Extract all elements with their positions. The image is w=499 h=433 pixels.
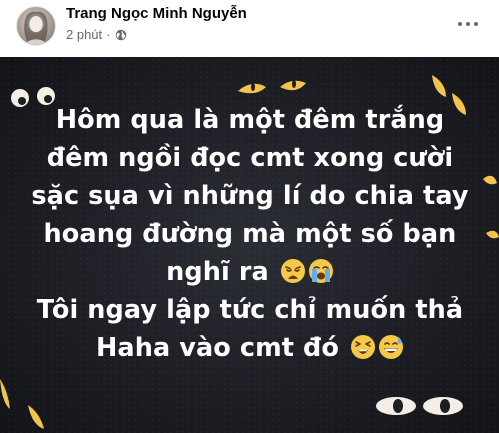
caption-line-2: đêm ngồi đọc cmt xong cười [46,143,454,173]
post-image[interactable]: Hôm qua là một đêm trắng đêm ngồi đọc cm… [0,57,499,433]
more-options-button[interactable] [452,10,484,38]
grinning-sweat-emoji [379,335,404,359]
post-image-caption: Hôm qua là một đêm trắng đêm ngồi đọc cm… [20,101,480,367]
caption-line-5: nghĩ ra [166,257,269,287]
caption-line-1: Hôm qua là một đêm trắng [55,105,445,135]
caption-line-3: sặc sụa vì những lí do chia tay [31,181,469,211]
post-timestamp[interactable]: 2 phút [66,27,102,42]
squinting-face-emoji [351,335,376,359]
yellow-eyes-bottom-left [0,379,44,429]
more-options-icon [458,22,462,26]
caption-line-7: Haha vào cmt đó [95,333,340,363]
caption-line-6: Tôi ngay lập tức chỉ muốn thả [36,295,464,325]
author-avatar[interactable] [16,6,56,46]
caption-line-5-wrap: nghĩ ra [20,253,480,291]
meta-separator: · [106,27,111,42]
author-name[interactable]: Trang Ngọc Minh Nguyễn [66,5,247,22]
yellow-eyes-right [483,175,499,239]
caption-line-4: hoang đường mà một số bạn [43,219,457,249]
weary-face-emoji [280,259,305,283]
post-meta: 2 phút · [66,27,127,42]
globe-icon[interactable] [115,29,127,41]
post-header: Trang Ngọc Minh Nguyễn 2 phút · [0,0,499,54]
loudly-crying-face-emoji [308,259,333,283]
caption-line-7-wrap: Haha vào cmt đó [20,329,480,367]
yellow-eyes-top-center [238,80,306,94]
white-eyes-bottom-right [376,397,463,415]
